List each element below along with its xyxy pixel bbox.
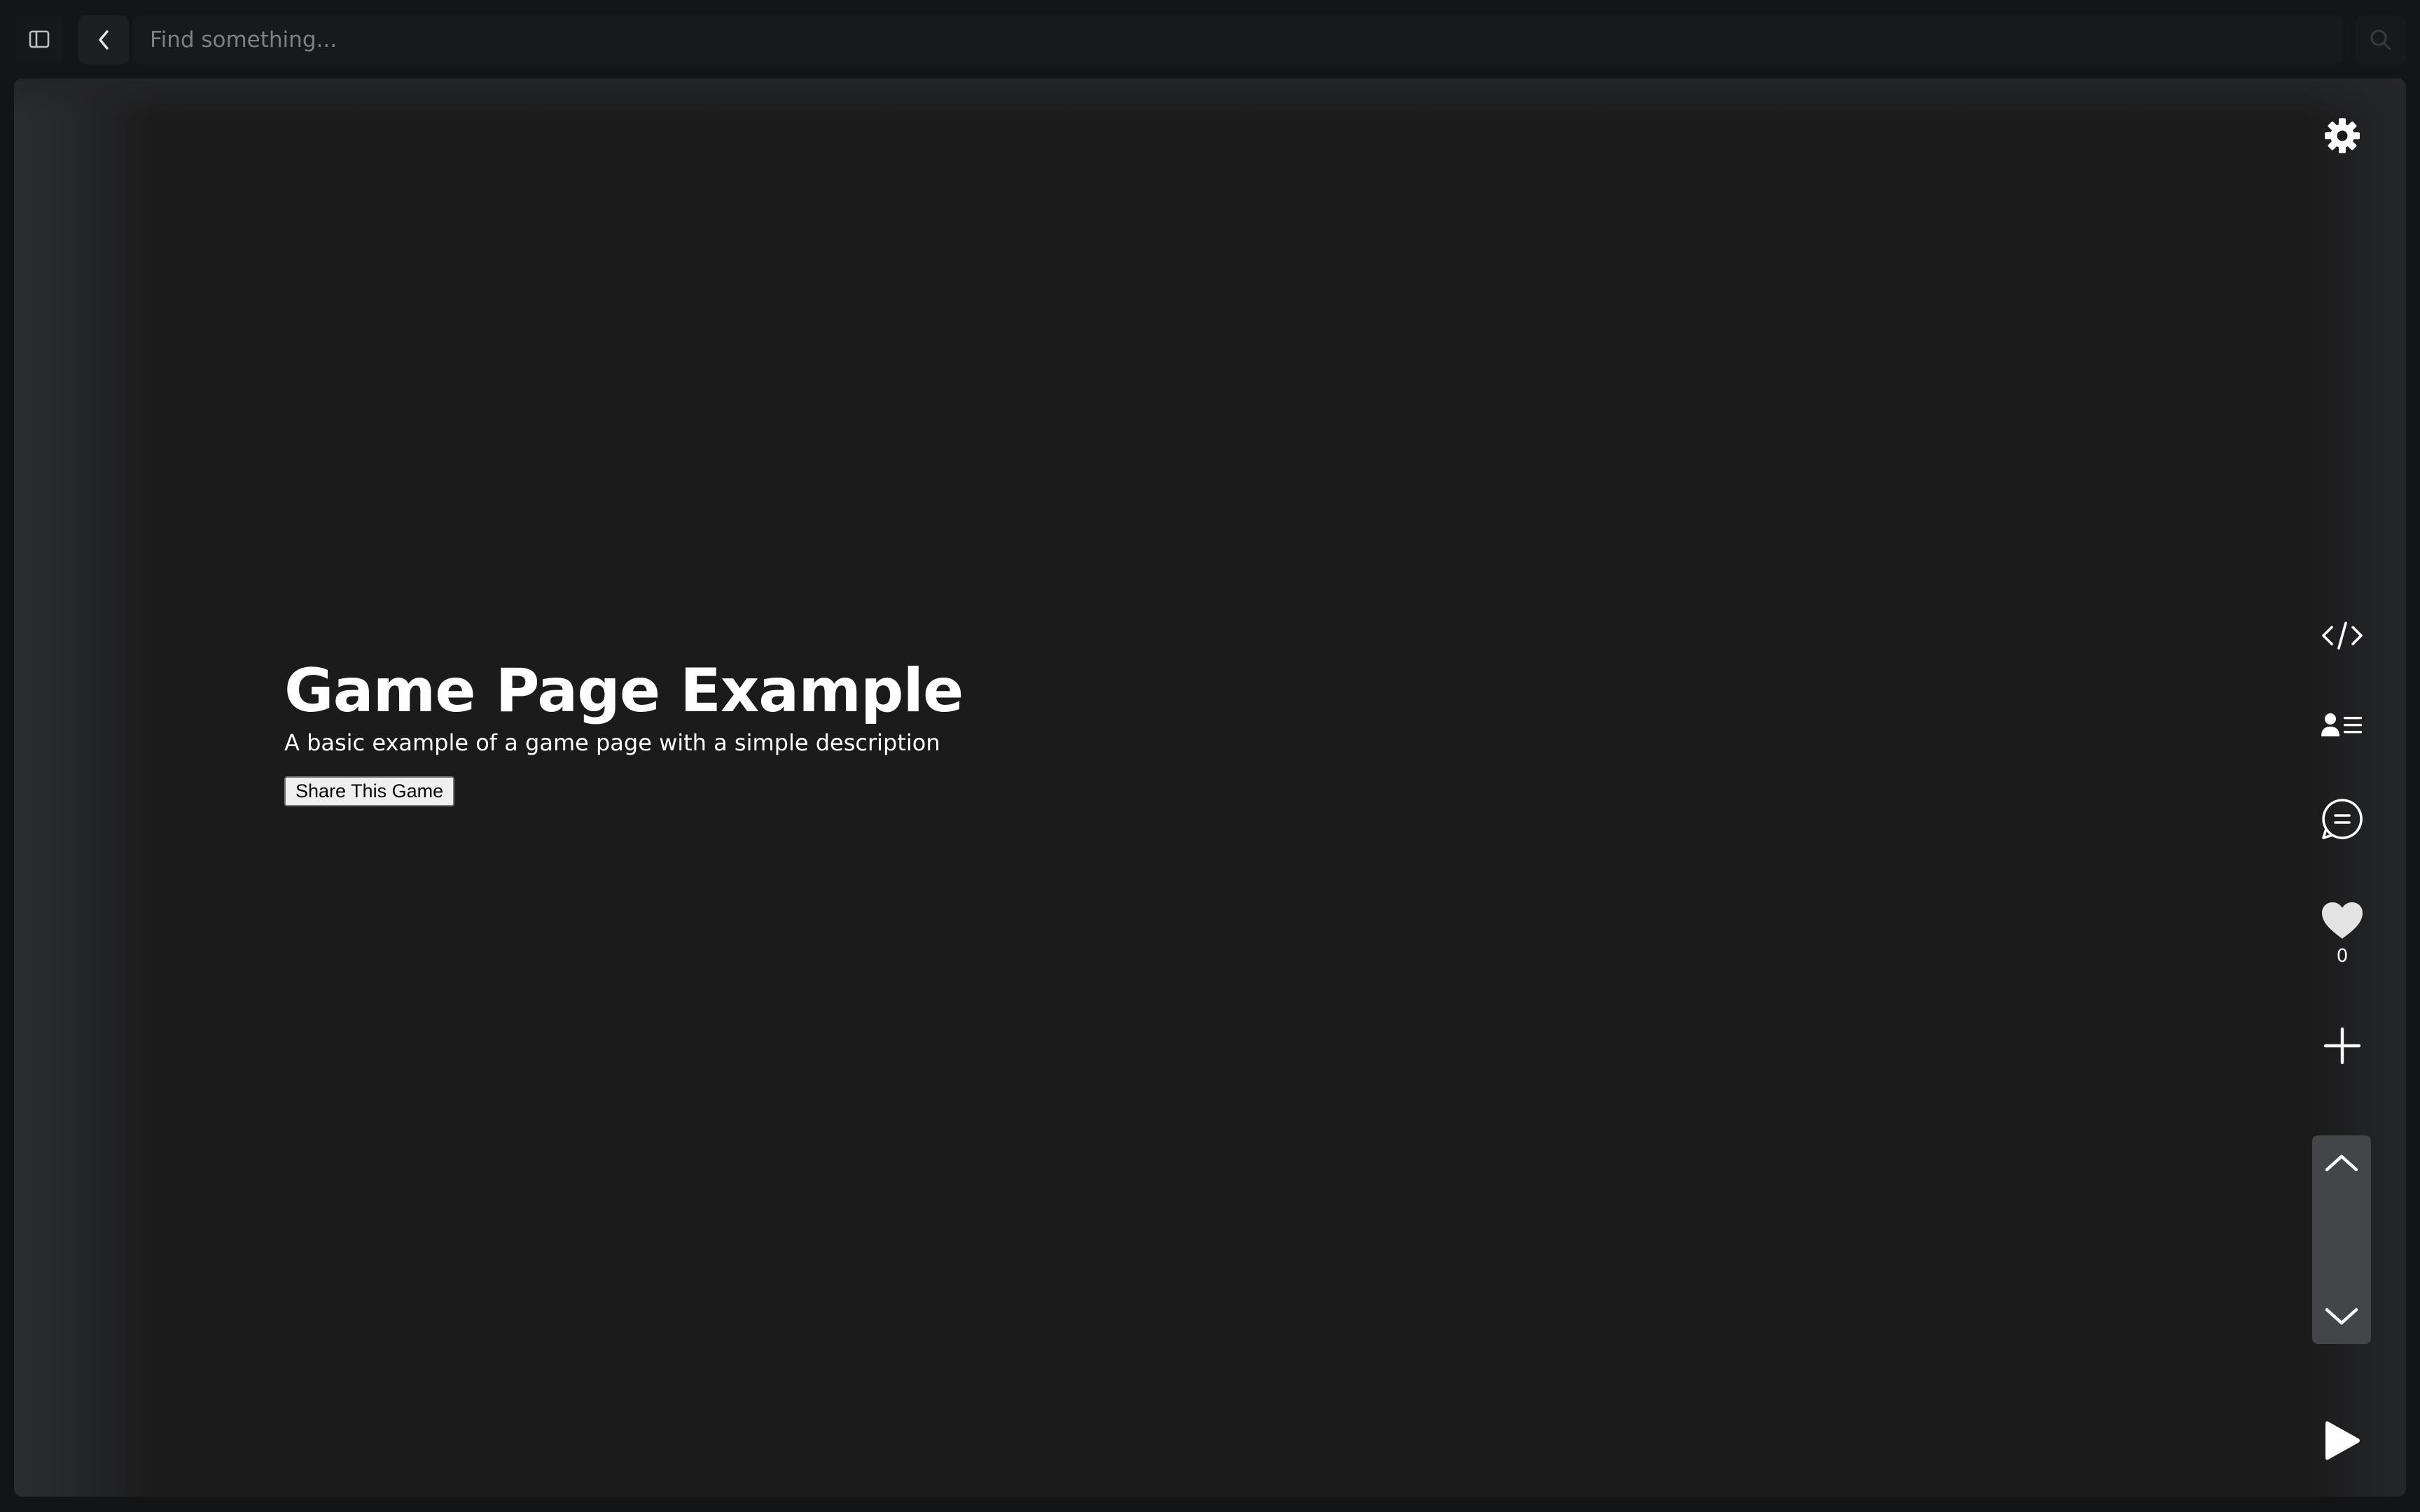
- comment-icon: [2321, 797, 2364, 841]
- chevron-up-icon: [2324, 1152, 2359, 1173]
- back-button[interactable]: [78, 15, 129, 64]
- game-description: A basic example of a game page with a si…: [284, 729, 940, 756]
- frame-top-shade: [14, 78, 2406, 120]
- search-button[interactable]: [2356, 15, 2406, 64]
- scroll-down-button[interactable]: [2312, 1292, 2371, 1341]
- search-input[interactable]: [133, 15, 2343, 64]
- game-frame: Game Page Example A basic example of a g…: [14, 78, 2406, 1497]
- share-game-button[interactable]: Share This Game: [284, 776, 455, 806]
- sidebar-toggle-button[interactable]: [15, 15, 63, 63]
- play-button[interactable]: [2311, 1414, 2374, 1467]
- frame-left-shade: [14, 78, 154, 1497]
- game-title: Game Page Example: [284, 656, 964, 726]
- heart-icon: [2321, 901, 2364, 940]
- comments-button[interactable]: [2311, 794, 2374, 844]
- plus-icon: [2323, 1026, 2362, 1065]
- settings-button[interactable]: [2311, 111, 2374, 161]
- sidebar-toggle-icon: [29, 30, 50, 48]
- chevron-left-icon: [97, 29, 111, 51]
- add-button[interactable]: [2311, 1021, 2374, 1071]
- search-icon: [2368, 27, 2393, 52]
- like-count: 0: [2336, 946, 2349, 967]
- gear-icon: [2323, 117, 2361, 155]
- scroll-controls: [2312, 1135, 2371, 1344]
- profile-list-icon: [2321, 711, 2364, 739]
- like-button[interactable]: 0: [2311, 892, 2374, 976]
- game-content: Game Page Example A basic example of a g…: [284, 654, 964, 806]
- top-bar: [0, 0, 2420, 78]
- play-icon: [2323, 1419, 2362, 1462]
- code-button[interactable]: [2311, 610, 2374, 661]
- code-icon: [2321, 620, 2364, 651]
- profile-button[interactable]: [2311, 700, 2374, 750]
- chevron-down-icon: [2324, 1306, 2359, 1327]
- scroll-up-button[interactable]: [2312, 1138, 2371, 1187]
